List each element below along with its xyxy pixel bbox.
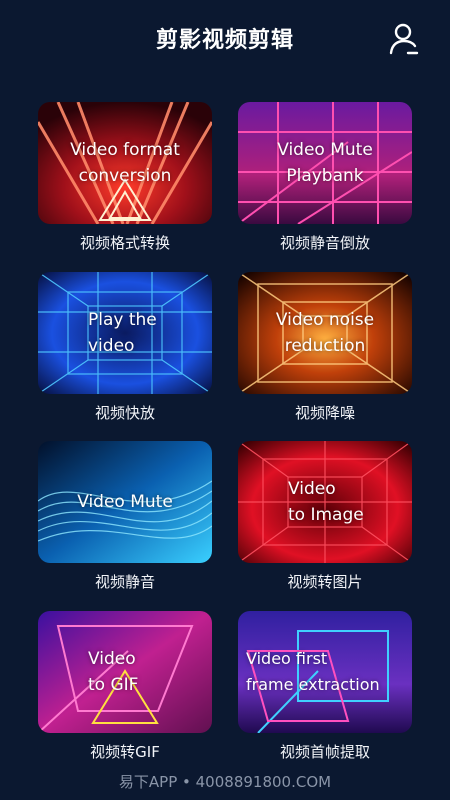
overlay-line: to Image [288, 505, 364, 525]
thumbnail: Play the video [38, 272, 212, 394]
overlay-line: conversion [78, 166, 172, 186]
feature-grid: Video format conversion 视频格式转换 Video Mut… [0, 0, 450, 800]
card-label: 视频转GIF [90, 743, 160, 761]
thumbnail: Video format conversion [38, 102, 212, 224]
overlay-line: video [88, 336, 135, 356]
thumbnail: Video Mute Playbank [238, 102, 412, 224]
card-noise-reduction[interactable]: Video noise reduction 视频降噪 [238, 272, 412, 423]
card-first-frame-extraction[interactable]: Video first frame extraction 视频首帧提取 [238, 611, 412, 762]
overlay-line: Play the [88, 310, 157, 330]
card-label: 视频转图片 [287, 573, 363, 591]
card-video-format-conversion[interactable]: Video format conversion 视频格式转换 [38, 102, 212, 253]
thumbnail: Video first frame extraction [238, 611, 412, 733]
thumbnail-caption: Video noise reduction [238, 272, 412, 394]
thumbnail: Video Mute [38, 441, 212, 563]
card-video-to-image[interactable]: Video to Image 视频转图片 [238, 441, 412, 592]
card-play-fast[interactable]: Play the video 视频快放 [38, 272, 212, 423]
card-video-mute[interactable]: Video Mute 视频静音 [38, 441, 212, 592]
card-label: 视频静音倒放 [279, 234, 370, 252]
overlay-line: Video [88, 649, 136, 669]
thumbnail-caption: Play the video [38, 272, 212, 394]
card-video-to-gif[interactable]: Video to GIF 视频转GIF [38, 611, 212, 762]
thumbnail: Video to GIF [38, 611, 212, 733]
footer-watermark: 易下APP • 4008891800.COM [118, 773, 332, 791]
overlay-line: Playbank [286, 166, 364, 186]
thumbnail-caption: Video to GIF [38, 611, 212, 733]
overlay-line: Video Mute [277, 140, 373, 160]
overlay-line: Video [288, 479, 336, 499]
thumbnail-caption: Video to Image [238, 441, 412, 563]
overlay-line: Video noise [275, 310, 375, 330]
thumbnail: Video to Image [238, 441, 412, 563]
card-label: 视频首帧提取 [279, 743, 370, 761]
card-label: 视频格式转换 [79, 234, 170, 252]
overlay-line: to GIF [88, 675, 139, 695]
card-video-mute-playback[interactable]: Video Mute Playbank 视频静音倒放 [238, 102, 412, 253]
card-label: 视频降噪 [294, 404, 355, 422]
overlay-line: Video Mute [77, 492, 173, 512]
card-label: 视频静音 [94, 573, 155, 591]
thumbnail-caption: Video Mute Playbank [238, 102, 412, 224]
thumbnail: Video noise reduction [238, 272, 412, 394]
overlay-line: Video first [246, 649, 328, 668]
thumbnail-caption: Video first frame extraction [238, 611, 412, 733]
thumbnail-caption: Video Mute [38, 441, 212, 563]
thumbnail-caption: Video format conversion [38, 102, 212, 224]
overlay-line: frame extraction [246, 675, 380, 694]
overlay-line: Video format [70, 140, 180, 160]
overlay-line: reduction [284, 336, 366, 356]
card-label: 视频快放 [94, 404, 155, 422]
